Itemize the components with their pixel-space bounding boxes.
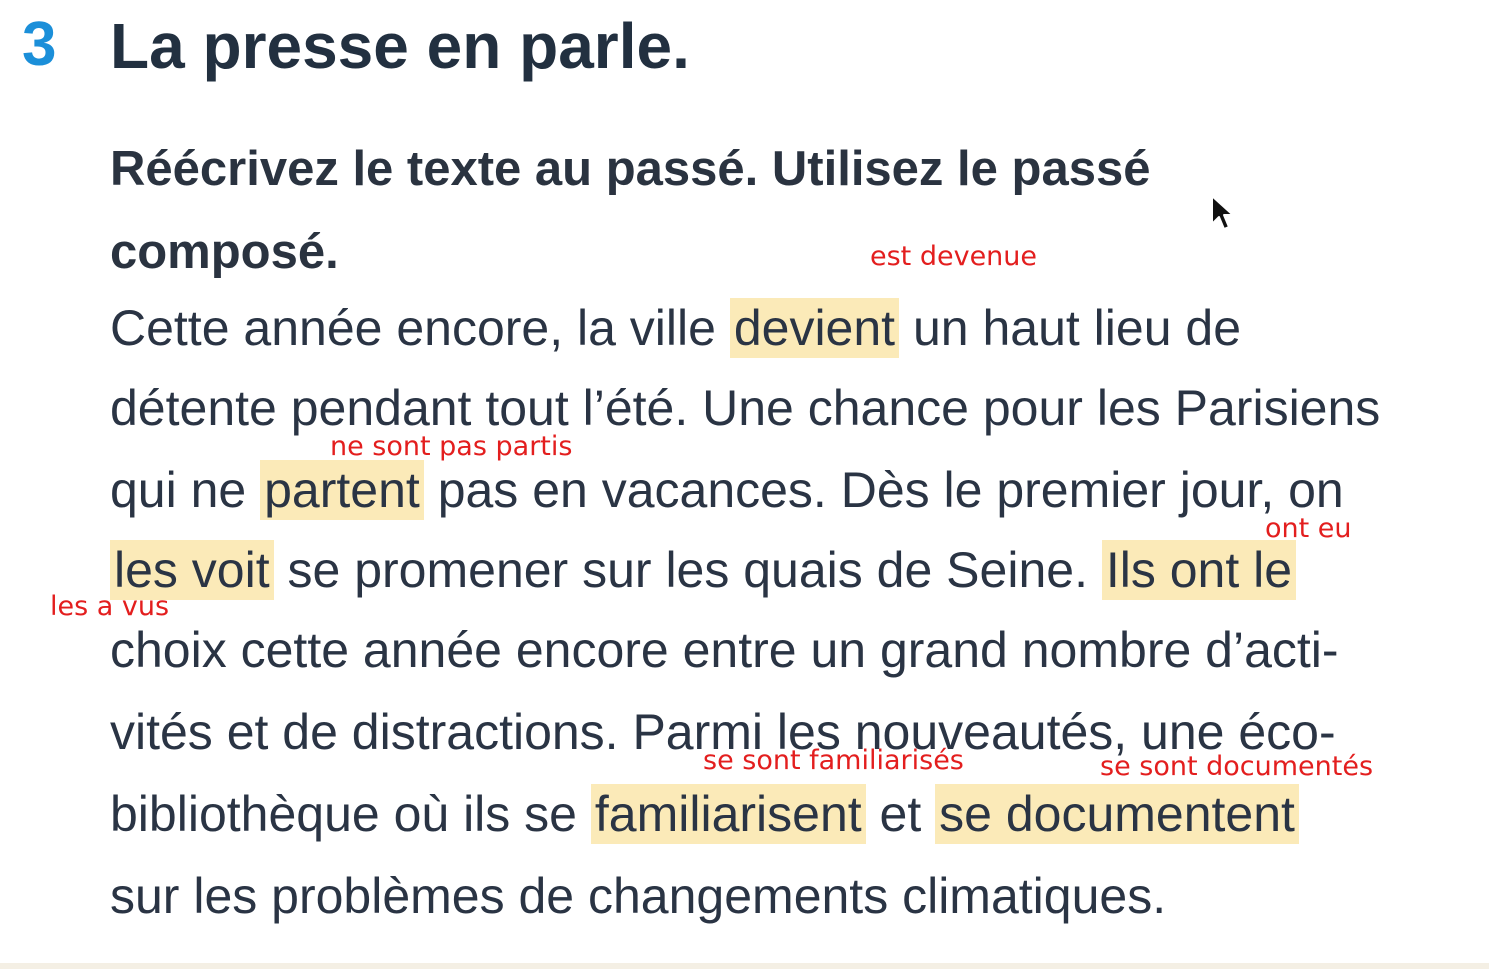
annotation-ne-sont-pas-partis: ne sont pas partis [330,431,573,462]
exercise-title: La presse en parle. [110,10,690,82]
annotation-ont-eu: ont eu [1265,513,1352,544]
annotation-les-a-vus: les a vus [50,591,170,622]
exercise-instruction: Réécrivez le texte au passé. Utilisez le… [110,142,1151,279]
mouse-cursor-icon [1211,195,1234,230]
highlight-se-documentent: se documentent [935,784,1299,844]
highlight-devient: devient [729,298,900,358]
text-line-3: qui ne partent pas en vacances. Dès le p… [110,460,1344,520]
exercise-number: 3 [22,10,57,79]
highlight-ils-ont-le: Ils ont le [1101,540,1297,600]
text-line-7: bibliothèque où ils se familiarisent et … [110,784,1299,844]
annotation-est-devenue: est devenue [870,241,1038,272]
text-line-5: choix cette année encore entre un grand … [110,622,1339,678]
annotation-se-sont-documentes: se sont documentés [1100,751,1374,782]
text-line-2: détente pendant tout l’été. Une chance p… [110,380,1381,436]
text-line-1: Cette année encore, la ville devient un … [110,298,1242,358]
text-line-4: les voit se promener sur les quais de Se… [110,540,1297,600]
highlight-partent: partent [260,460,424,520]
annotation-se-sont-familiarises: se sont familiarisés [703,745,964,776]
text-line-8: sur les problèmes de changements climati… [110,868,1167,924]
bottom-divider [0,963,1489,969]
highlight-familiarisent: familiarisent [590,784,866,844]
